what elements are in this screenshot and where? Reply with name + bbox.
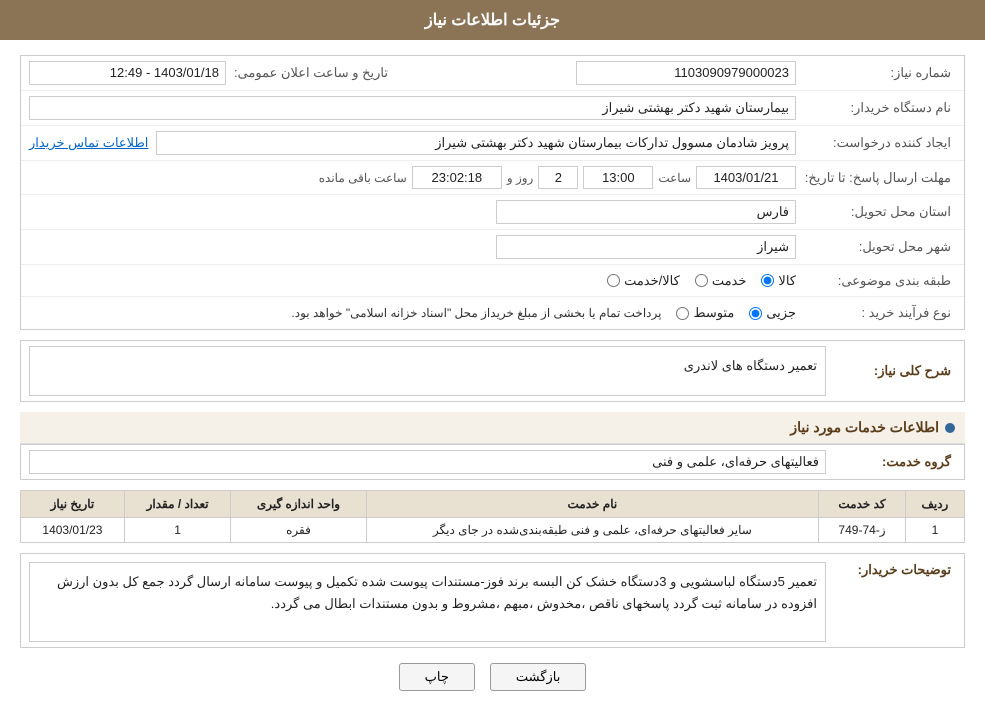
province-value: فارس (496, 200, 796, 224)
city-value: شیراز (496, 235, 796, 259)
cell-unit: فقره (231, 518, 366, 543)
response-days-label: روز و (507, 171, 534, 185)
contact-link[interactable]: اطلاعات تماس خریدار (29, 135, 148, 151)
announce-date-value: 1403/01/18 - 12:49 (29, 61, 226, 85)
response-time: 13:00 (583, 166, 653, 189)
main-info-section: شماره نیاز: 1103090979000023 تاریخ و ساع… (20, 55, 965, 330)
cell-service-code: ز-74-749 (819, 518, 906, 543)
buyer-org-value: بیمارستان شهید دکتر بهشتی شیراز (29, 96, 796, 120)
back-button[interactable]: بازگشت (490, 663, 586, 691)
col-service-name: نام خدمت (366, 491, 819, 518)
response-date: 1403/01/21 (696, 166, 796, 189)
purchase-type-note: پرداخت تمام یا بخشی از مبلغ خریداز محل "… (29, 306, 661, 320)
col-row-num: ردیف (905, 491, 964, 518)
province-row: استان محل تحویل: فارس (21, 195, 964, 230)
col-service-code: کد خدمت (819, 491, 906, 518)
need-desc-row: شرح کلی نیاز: تعمیر دستگاه های لاندری (20, 340, 965, 402)
category-option-kala-khedmat[interactable]: کالا/خدمت (607, 273, 680, 289)
service-group-row: گروه خدمت: فعالیتهای حرفه‌ای، علمی و فنی (20, 444, 965, 480)
need-number-value: 1103090979000023 (576, 61, 796, 85)
buyer-org-row: نام دستگاه خریدار: بیمارستان شهید دکتر ب… (21, 91, 964, 126)
time-row: 1403/01/21 ساعت 13:00 2 روز و 23:02:18 س… (29, 166, 796, 189)
response-time-label: ساعت (658, 171, 691, 185)
purchase-type-motavaset[interactable]: متوسط (676, 305, 734, 321)
category-option-kala[interactable]: کالا (761, 273, 796, 289)
category-option-khedmat[interactable]: خدمت (695, 273, 747, 289)
announce-date-label: تاریخ و ساعت اعلان عمومی: (226, 65, 393, 81)
col-quantity: تعداد / مقدار (124, 491, 231, 518)
purchase-type-row: نوع فرآیند خرید : متوسط جزیی پرداخت تمام… (21, 297, 964, 329)
need-number-row: شماره نیاز: 1103090979000023 تاریخ و ساع… (21, 56, 964, 91)
cell-quantity: 1 (124, 518, 231, 543)
print-button[interactable]: چاپ (399, 663, 475, 691)
category-radio-group: کالا/خدمت خدمت کالا (607, 273, 796, 289)
services-table-section: ردیف کد خدمت نام خدمت واحد اندازه گیری ت… (20, 490, 965, 543)
buyer-desc-area: تعمیر 5دستگاه لباسشویی و 3دستگاه خشک کن … (29, 562, 826, 642)
category-row: طبقه بندی موضوعی: کالا/خدمت خدمت کالا (21, 265, 964, 297)
category-label: طبقه بندی موضوعی: (796, 273, 956, 289)
response-deadline-label: مهلت ارسال پاسخ: تا تاریخ: (796, 170, 956, 186)
col-date: تاریخ نیاز (21, 491, 125, 518)
services-section-header: اطلاعات خدمات مورد نیاز (20, 412, 965, 444)
city-row: شهر محل تحویل: شیراز (21, 230, 964, 265)
need-desc-area: تعمیر دستگاه های لاندری (29, 346, 826, 396)
buyer-desc-label: توضیحات خریدار: (826, 562, 956, 578)
response-remaining-label: ساعت باقی مانده (319, 171, 407, 185)
city-label: شهر محل تحویل: (796, 239, 956, 255)
service-group-label: گروه خدمت: (826, 454, 956, 470)
purchase-type-label: نوع فرآیند خرید : (796, 305, 956, 321)
action-buttons: بازگشت چاپ (20, 663, 965, 706)
table-row: 1 ز-74-749 سایر فعالیتهای حرفه‌ای، علمی … (21, 518, 965, 543)
service-group-value: فعالیتهای حرفه‌ای، علمی و فنی (29, 450, 826, 474)
purchase-type-radio-group: متوسط جزیی (676, 305, 796, 321)
cell-date: 1403/01/23 (21, 518, 125, 543)
blue-dot-icon (945, 423, 955, 433)
col-unit: واحد اندازه گیری (231, 491, 366, 518)
services-table: ردیف کد خدمت نام خدمت واحد اندازه گیری ت… (20, 490, 965, 543)
creator-label: ایجاد کننده درخواست: (796, 135, 956, 151)
creator-row: ایجاد کننده درخواست: پرویز شادمان مسوول … (21, 126, 964, 161)
purchase-type-jozi[interactable]: جزیی (749, 305, 796, 321)
services-header-title: اطلاعات خدمات مورد نیاز (790, 419, 939, 436)
cell-row-num: 1 (905, 518, 964, 543)
creator-value: پرویز شادمان مسوول تدارکات بیمارستان شهی… (156, 131, 796, 155)
table-header-row: ردیف کد خدمت نام خدمت واحد اندازه گیری ت… (21, 491, 965, 518)
cell-service-name: سایر فعالیتهای حرفه‌ای، علمی و فنی طبقه‌… (366, 518, 819, 543)
response-deadline-row: مهلت ارسال پاسخ: تا تاریخ: 1403/01/21 سا… (21, 161, 964, 195)
need-desc-value: تعمیر دستگاه های لاندری (29, 346, 826, 396)
need-number-label: شماره نیاز: (796, 65, 956, 81)
page-title: جزئیات اطلاعات نیاز (425, 12, 560, 29)
response-days: 2 (538, 166, 578, 189)
page-header: جزئیات اطلاعات نیاز (0, 0, 985, 40)
province-label: استان محل تحویل: (796, 204, 956, 220)
buyer-desc-row: توضیحات خریدار: تعمیر 5دستگاه لباسشویی و… (20, 553, 965, 648)
buyer-desc-value: تعمیر 5دستگاه لباسشویی و 3دستگاه خشک کن … (29, 562, 826, 642)
need-desc-label: شرح کلی نیاز: (826, 363, 956, 379)
buyer-org-label: نام دستگاه خریدار: (796, 100, 956, 116)
response-remaining: 23:02:18 (412, 166, 502, 189)
